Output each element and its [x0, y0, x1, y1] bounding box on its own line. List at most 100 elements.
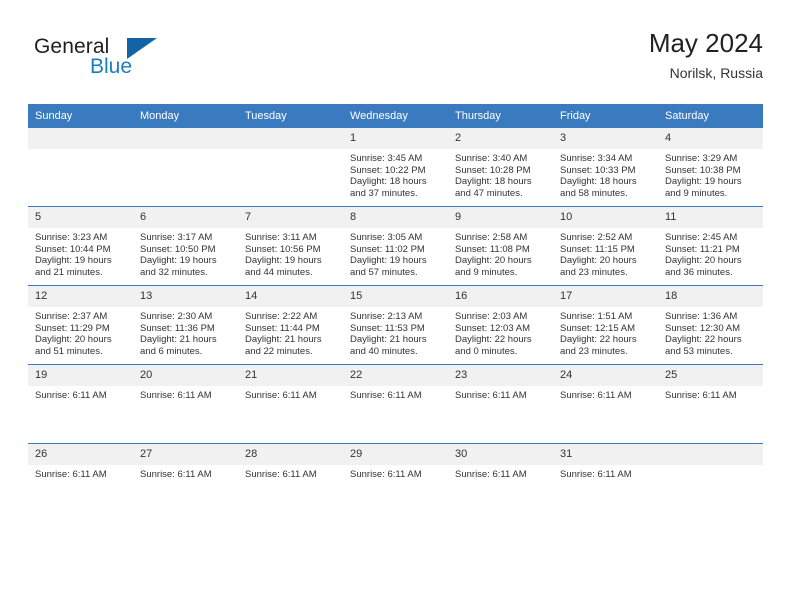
calendar-day-cell[interactable]: 29 Sunrise: 6:11 AM: [343, 443, 448, 522]
day-detail-line: Daylight: 20 hours: [35, 334, 112, 345]
day-number: 16: [448, 286, 553, 307]
calendar-day-cell[interactable]: 27 Sunrise: 6:11 AM: [133, 443, 238, 522]
day-detail-line: Daylight: 21 hours: [350, 334, 427, 345]
day-detail-line: and 44 minutes.: [245, 266, 313, 278]
weekday-header-row: Sunday Monday Tuesday Wednesday Thursday…: [28, 104, 763, 128]
day-detail-line: and 57 minutes.: [350, 266, 418, 278]
calendar-body: 1 Sunrise: 3:45 AM Sunset: 10:22 PM Dayligh…: [28, 127, 763, 522]
calendar-day-cell[interactable]: 5 Sunrise: 3:23 AM Sunset: 10:44 PM Dayligh…: [28, 206, 133, 286]
day-detail-line: Sunrise: 2:52 AM: [560, 232, 633, 243]
day-detail-line: Sunrise: 3:17 AM: [140, 232, 213, 243]
day-detail-line: and 47 minutes.: [455, 187, 523, 199]
calendar-day-cell[interactable]: 28 Sunrise: 6:11 AM: [238, 443, 343, 522]
day-number: 23: [448, 365, 553, 386]
weekday-header-sunday: Sunday: [28, 104, 133, 128]
calendar-week-row: 1 Sunrise: 3:45 AM Sunset: 10:22 PM Dayligh…: [28, 127, 763, 207]
day-detail-line: Sunset: 11:02 PM: [350, 243, 425, 255]
day-details: Sunrise: 6:11 AM: [448, 386, 553, 402]
day-details: Sunrise: 6:11 AM: [343, 465, 448, 481]
day-details: Sunrise: 2:37 AM Sunset: 11:29 PM Daylight…: [28, 307, 133, 357]
day-detail-line: Sunset: 10:28 PM: [455, 164, 531, 176]
calendar-day-cell[interactable]: 10 Sunrise: 2:52 AM Sunset: 11:15 PM Daylig…: [553, 206, 658, 286]
day-detail-line: Daylight: 20 hours: [665, 255, 742, 266]
calendar-day-cell[interactable]: 20 Sunrise: 6:11 AM: [133, 364, 238, 444]
calendar-day-cell[interactable]: 7 Sunrise: 3:11 AM Sunset: 10:56 PM Dayligh…: [238, 206, 343, 286]
calendar-day-cell[interactable]: 31 Sunrise: 6:11 AM: [553, 443, 658, 522]
calendar-day-cell[interactable]: 4 Sunrise: 3:29 AM Sunset: 10:38 PM Dayligh…: [658, 127, 763, 207]
day-detail-line: Sunrise: 6:11 AM: [245, 390, 317, 401]
calendar-day-cell[interactable]: 8 Sunrise: 3:05 AM Sunset: 11:02 PM Dayligh…: [343, 206, 448, 286]
calendar-day-cell[interactable]: 19 Sunrise: 6:11 AM: [28, 364, 133, 444]
calendar-day-cell[interactable]: 12 Sunrise: 2:37 AM Sunset: 11:29 PM Daylig…: [28, 285, 133, 365]
day-detail-line: Sunset: 11:15 PM: [560, 243, 635, 255]
weekday-header-thursday: Thursday: [448, 104, 553, 128]
general-blue-logo[interactable]: General Blue: [28, 35, 228, 87]
calendar-day-cell[interactable]: 30 Sunrise: 6:11 AM: [448, 443, 553, 522]
calendar-day-cell[interactable]: 21 Sunrise: 6:11 AM: [238, 364, 343, 444]
day-detail-line: Sunset: 10:22 PM: [350, 164, 426, 176]
calendar-day-cell[interactable]: 2 Sunrise: 3:40 AM Sunset: 10:28 PM Dayligh…: [448, 127, 553, 207]
day-detail-line: Daylight: 22 hours: [560, 334, 637, 345]
day-detail-line: Sunrise: 2:22 AM: [245, 311, 318, 322]
day-detail-line: and 21 minutes.: [35, 266, 103, 278]
calendar-day-cell[interactable]: 17 Sunrise: 1:51 AM Sunset: 12:15 AM Daylig…: [553, 285, 658, 365]
calendar-day-cell[interactable]: 9 Sunrise: 2:58 AM Sunset: 11:08 PM Dayligh…: [448, 206, 553, 286]
day-detail-line: Daylight: 21 hours: [245, 334, 322, 345]
day-detail-line: Sunrise: 1:36 AM: [665, 311, 738, 322]
calendar-week-row: 19 Sunrise: 6:11 AM 20 Sunrise: 6:11 AM 21 Su…: [28, 364, 763, 444]
calendar-day-cell[interactable]: 3 Sunrise: 3:34 AM Sunset: 10:33 PM Dayligh…: [553, 127, 658, 207]
day-number: [133, 128, 238, 149]
calendar-day-cell[interactable]: 24 Sunrise: 6:11 AM: [553, 364, 658, 444]
day-number: [238, 128, 343, 149]
day-detail-line: Sunrise: 2:58 AM: [455, 232, 528, 243]
day-detail-line: Sunrise: 3:23 AM: [35, 232, 108, 243]
day-details: Sunrise: 3:34 AM Sunset: 10:33 PM Daylight…: [553, 149, 658, 199]
day-detail-line: Sunset: 12:30 AM: [665, 322, 740, 334]
calendar-day-cell[interactable]: 6 Sunrise: 3:17 AM Sunset: 10:50 PM Dayligh…: [133, 206, 238, 286]
calendar-day-cell[interactable]: 22 Sunrise: 6:11 AM: [343, 364, 448, 444]
weekday-header-friday: Friday: [553, 104, 658, 128]
day-detail-line: Sunrise: 3:29 AM: [665, 153, 738, 164]
day-detail-line: Daylight: 21 hours: [140, 334, 217, 345]
day-number: 12: [28, 286, 133, 307]
day-details: Sunrise: 6:11 AM: [553, 386, 658, 402]
calendar-table: Sunday Monday Tuesday Wednesday Thursday…: [28, 104, 763, 522]
calendar-day-cell[interactable]: 1 Sunrise: 3:45 AM Sunset: 10:22 PM Dayligh…: [343, 127, 448, 207]
day-number: 4: [658, 128, 763, 149]
day-number: 24: [553, 365, 658, 386]
day-number: 21: [238, 365, 343, 386]
day-detail-line: Daylight: 18 hours: [350, 176, 427, 187]
calendar-day-cell[interactable]: 23 Sunrise: 6:11 AM: [448, 364, 553, 444]
day-number: 5: [28, 207, 133, 228]
day-detail-line: and 9 minutes.: [665, 187, 728, 199]
day-detail-line: Sunrise: 6:11 AM: [35, 469, 107, 480]
calendar-day-cell[interactable]: 15 Sunrise: 2:13 AM Sunset: 11:53 PM Daylig…: [343, 285, 448, 365]
calendar-day-cell[interactable]: 25 Sunrise: 6:11 AM: [658, 364, 763, 444]
day-detail-line: and 37 minutes.: [350, 187, 418, 199]
calendar-day-cell[interactable]: 16 Sunrise: 2:03 AM Sunset: 12:03 AM Daylig…: [448, 285, 553, 365]
page-header: General Blue May 2024 Norilsk, Russia: [28, 28, 763, 96]
day-detail-line: and 23 minutes.: [560, 266, 628, 278]
day-detail-line: Sunrise: 6:11 AM: [455, 469, 527, 480]
day-details: Sunrise: 3:11 AM Sunset: 10:56 PM Daylight…: [238, 228, 343, 278]
calendar-day-cell[interactable]: 11 Sunrise: 2:45 AM Sunset: 11:21 PM Daylig…: [658, 206, 763, 286]
day-detail-line: Daylight: 22 hours: [665, 334, 742, 345]
day-detail-line: Sunset: 11:29 PM: [35, 322, 110, 334]
day-details: Sunrise: 3:45 AM Sunset: 10:22 PM Daylight…: [343, 149, 448, 199]
calendar-day-cell[interactable]: 13 Sunrise: 2:30 AM Sunset: 11:36 PM Daylig…: [133, 285, 238, 365]
day-details: Sunrise: 3:23 AM Sunset: 10:44 PM Daylight…: [28, 228, 133, 278]
day-details: Sunrise: 2:30 AM Sunset: 11:36 PM Daylight…: [133, 307, 238, 357]
day-number: 25: [658, 365, 763, 386]
day-detail-line: Sunrise: 3:45 AM: [350, 153, 423, 164]
calendar-day-cell[interactable]: 14 Sunrise: 2:22 AM Sunset: 11:44 PM Daylig…: [238, 285, 343, 365]
day-detail-line: and 51 minutes.: [35, 345, 103, 357]
day-detail-line: Sunrise: 3:40 AM: [455, 153, 528, 164]
day-number: 18: [658, 286, 763, 307]
day-detail-line: Daylight: 20 hours: [560, 255, 637, 266]
day-detail-line: Sunrise: 6:11 AM: [560, 469, 632, 480]
calendar-day-cell[interactable]: 18 Sunrise: 1:36 AM Sunset: 12:30 AM Daylig…: [658, 285, 763, 365]
day-detail-line: Sunrise: 2:03 AM: [455, 311, 528, 322]
day-details: Sunrise: 3:05 AM Sunset: 11:02 PM Daylight…: [343, 228, 448, 278]
calendar-day-cell[interactable]: 26 Sunrise: 6:11 AM: [28, 443, 133, 522]
day-number: 1: [343, 128, 448, 149]
